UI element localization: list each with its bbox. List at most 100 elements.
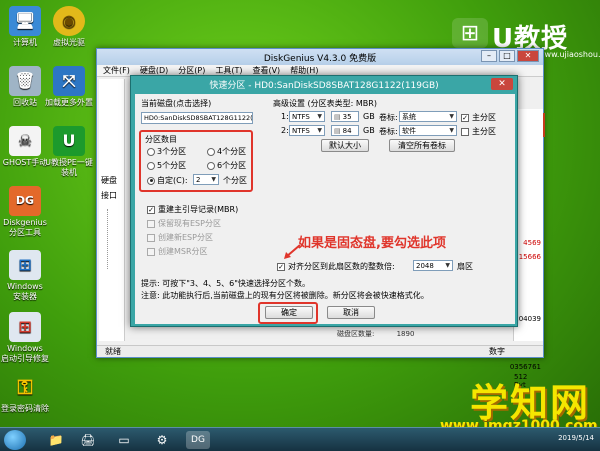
current-disk-label: 当前磁盘(点击选择) [141,99,212,108]
disc-icon: ◉ [53,6,85,36]
checkbox-label: 创建新ESP分区 [158,233,213,242]
checkbox-label: 主分区 [472,113,496,122]
info-value: 0356761 [509,363,541,371]
ghost-icon: ☠ [9,126,41,156]
partition-2-fs-select[interactable]: NTFS ▼ [289,125,325,136]
radio-custom-partitions[interactable]: 自定(C): [147,175,188,186]
align-value: 2048 [416,261,434,270]
rebuild-mbr-checkbox[interactable]: ✓ 重建主引导记录(MBR) [147,204,238,215]
disk-tree[interactable] [107,209,119,269]
keep-esp-checkbox[interactable]: 保留现有ESP分区 [147,218,221,229]
desktop-icon-windows-installer[interactable]: ⊞ Windows 安装器 [0,250,56,302]
windows-logo-icon: ⊞ [452,18,488,48]
partition-1-label-select[interactable]: 系统 ▼ [399,111,457,122]
partition-1-fs-select[interactable]: NTFS ▼ [289,111,325,122]
taskbar-folder-icon[interactable]: 📁 [44,431,68,449]
numlock-indicator: 数字 [489,347,505,356]
disk-icon: ▤ [334,112,341,121]
desktop-icon-label: U教授PE一键 [45,158,93,167]
desktop-icon-ujiaoshou-pe[interactable]: U U教授PE一键 装机 [38,126,100,178]
partition-2-size-input[interactable]: ▤ 84 [331,125,359,136]
disk-tree-panel: 硬盘 接口 [99,79,125,341]
minimize-button[interactable]: – [481,50,497,62]
custom-count-unit: 个分区 [223,176,247,185]
radio-label: 3个分区 [157,147,187,156]
desktop-icon-load-external[interactable]: ⤧ 加载更多外置 [38,66,100,108]
taskbar-settings-icon[interactable]: ⚙ [150,431,174,449]
partition-1-primary-checkbox[interactable]: ✓ 主分区 [461,112,496,123]
taskbar: 📁 🖨 ▭ ⚙ DG 2019/5/14 [0,427,600,451]
clear-labels-button[interactable]: 清空所有卷标 [389,139,455,152]
taskbar-diskgenius-icon[interactable]: DG [186,431,210,449]
default-size-button[interactable]: 默认大小 [321,139,369,152]
logo-url: www.ujiaoshou.com [538,50,600,59]
taskbar-drive-icon[interactable]: ▭ [112,431,136,449]
ssd-annotation: 如果是固态盘,要勾选此项 [298,236,446,251]
ok-button-highlight [258,302,318,324]
checkbox-box [147,219,155,228]
checkbox-label: 保留现有ESP分区 [158,219,221,228]
radio-dot [147,161,155,170]
checkbox-label: 主分区 [472,127,496,136]
maximize-button[interactable]: □ [499,50,515,62]
radio-dot [207,147,215,156]
create-esp-checkbox[interactable]: 创建新ESP分区 [147,232,213,243]
checkbox-box: ✓ [147,205,155,214]
radio-dot [147,147,155,156]
checkbox-label: 重建主引导记录(MBR) [158,205,239,214]
partition-index: 1: [281,112,289,121]
partition-2-label-select[interactable]: 软件 ▼ [399,125,457,136]
radio-6-partitions[interactable]: 6个分区 [207,160,246,171]
cancel-button[interactable]: 取消 [327,306,375,319]
size-value: 35 [342,112,352,121]
start-button[interactable] [4,430,26,450]
partition-count-label: 分区数目 [145,135,177,144]
label-value: 系统 [402,112,416,121]
radio-4-partitions[interactable]: 4个分区 [207,146,246,157]
fs-value: NTFS [292,112,310,121]
menu-file[interactable]: 文件(F) [103,65,130,76]
fs-value: NTFS [292,126,310,135]
custom-count-select[interactable]: 2 ▼ [193,174,219,185]
desktop-icon-password-clear[interactable]: ⚿ 登录密码清除 [0,372,56,414]
partition-2-primary-checkbox[interactable]: 主分区 [461,126,496,137]
desktop-icon-label: Diskgenius [3,218,47,227]
checkbox-box: ✓ [277,262,285,271]
desktop-icon-label: 安装器 [13,292,37,301]
recycle-bin-icon: 🗑 [9,66,41,96]
dialog-titlebar[interactable]: 快速分区 - HD0:SanDiskSD8SBAT128G1122(119GB)… [131,76,517,92]
create-msr-checkbox[interactable]: 创建MSR分区 [147,246,208,257]
radio-label: 5个分区 [157,161,187,170]
radio-5-partitions[interactable]: 5个分区 [147,160,186,171]
desktop-icon-label: 启动引导修复 [1,354,49,363]
warning-text: 注意: 此功能执行后,当前磁盘上的现有分区将被删除。新分区将会被快速格式化。 [141,291,429,300]
align-partition-checkbox[interactable]: ✓ 对齐分区到此扇区数的整数倍: [277,261,395,272]
radio-3-partitions[interactable]: 3个分区 [147,146,186,157]
status-bar: 就绪 数字 [97,345,543,357]
quick-partition-dialog: 快速分区 - HD0:SanDiskSD8SBAT128G1122(119GB)… [130,75,518,327]
desktop-icon-virtual-drive[interactable]: ◉ 虚拟光驱 [38,6,100,48]
computer-icon: 🖥 [9,6,41,36]
info-value: 4569 [523,239,541,247]
diskgenius-titlebar[interactable]: DiskGenius V4.3.0 免费版 – □ ✕ [97,49,543,65]
diskgenius-icon: DG [9,186,41,216]
partition-1-size-input[interactable]: ▤ 35 [331,111,359,122]
chevron-down-icon: ▼ [317,127,322,134]
align-sector-select[interactable]: 2048 ▼ [413,260,453,271]
taskbar-clock[interactable]: 2019/5/14 [558,434,594,442]
checkbox-box [147,233,155,242]
interface-label: 接口 [101,191,117,200]
key-icon: ⚿ [17,375,33,399]
info-value: 15666 [518,253,541,261]
desktop-icon-diskgenius[interactable]: DG Diskgenius 分区工具 [0,186,56,238]
partition-index: 2: [281,126,289,135]
dialog-close-button[interactable]: ✕ [491,78,513,90]
current-disk-field[interactable]: HD0:SanDiskSD8SBAT128G1122( [141,112,253,124]
close-button[interactable]: ✕ [517,50,539,62]
dialog-title: 快速分区 - HD0:SanDiskSD8SBAT128G1122(119GB) [209,80,439,91]
desktop-icon-boot-repair[interactable]: ⊞ Windows 启动引导修复 [0,312,56,364]
taskbar-printer-icon[interactable]: 🖨 [76,431,100,449]
size-unit: GB [363,126,375,135]
desktop-icon-label: Windows [7,282,43,291]
chevron-down-icon: ▼ [449,113,454,120]
